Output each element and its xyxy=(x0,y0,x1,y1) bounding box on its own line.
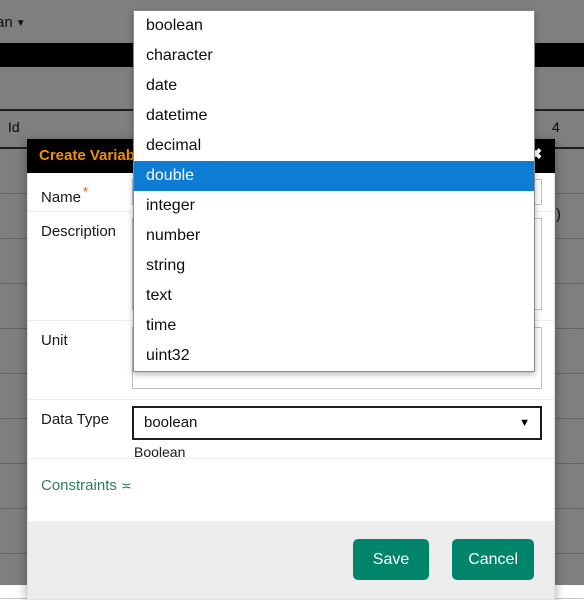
dropdown-option[interactable]: time xyxy=(134,311,534,341)
datatype-hint: Boolean xyxy=(134,444,186,460)
form-row-datatype: Data Type boolean ▼ Boolean xyxy=(28,400,554,460)
dropdown-option[interactable]: integer xyxy=(134,191,534,221)
dropdown-option-selected[interactable]: double xyxy=(134,161,534,191)
chevron-double-down-icon: ≍ xyxy=(120,478,132,493)
save-button[interactable]: Save xyxy=(353,539,429,580)
dropdown-option[interactable]: text xyxy=(134,281,534,311)
datatype-select-wrapper: boolean ▼ Boolean xyxy=(132,406,542,460)
constraints-label: Constraints xyxy=(41,477,117,494)
form-row-constraints: Constraints ≍ xyxy=(28,459,554,521)
datatype-dropdown-list[interactable]: boolean character date datetime decimal … xyxy=(133,10,535,372)
description-label: Description xyxy=(41,223,117,240)
dropdown-option[interactable]: string xyxy=(134,251,534,281)
dropdown-option[interactable]: uint32 xyxy=(134,341,534,371)
name-label-text: Name xyxy=(41,189,82,206)
name-label: Name * xyxy=(28,173,132,216)
dialog-title: Create Variable xyxy=(39,147,148,164)
datatype-select[interactable]: boolean ▼ xyxy=(132,406,542,440)
required-asterisk-icon: * xyxy=(83,184,89,199)
dropdown-option[interactable]: number xyxy=(134,221,534,251)
dropdown-option[interactable]: character xyxy=(134,41,534,71)
caret-down-icon: ▼ xyxy=(519,417,530,429)
dropdown-option[interactable]: boolean xyxy=(134,11,534,41)
datatype-field-wrapper: boolean ▼ Boolean xyxy=(132,400,554,466)
dropdown-option[interactable]: decimal xyxy=(134,131,534,161)
dialog-footer: Save Cancel xyxy=(27,521,555,600)
dropdown-option[interactable]: datetime xyxy=(134,101,534,131)
cancel-button[interactable]: Cancel xyxy=(452,539,534,580)
unit-label: Unit xyxy=(41,332,68,349)
datatype-selected-value: boolean xyxy=(144,414,198,431)
datatype-label: Data Type xyxy=(41,411,110,428)
constraints-toggle[interactable]: Constraints ≍ xyxy=(28,459,132,494)
dropdown-option[interactable]: date xyxy=(134,71,534,101)
